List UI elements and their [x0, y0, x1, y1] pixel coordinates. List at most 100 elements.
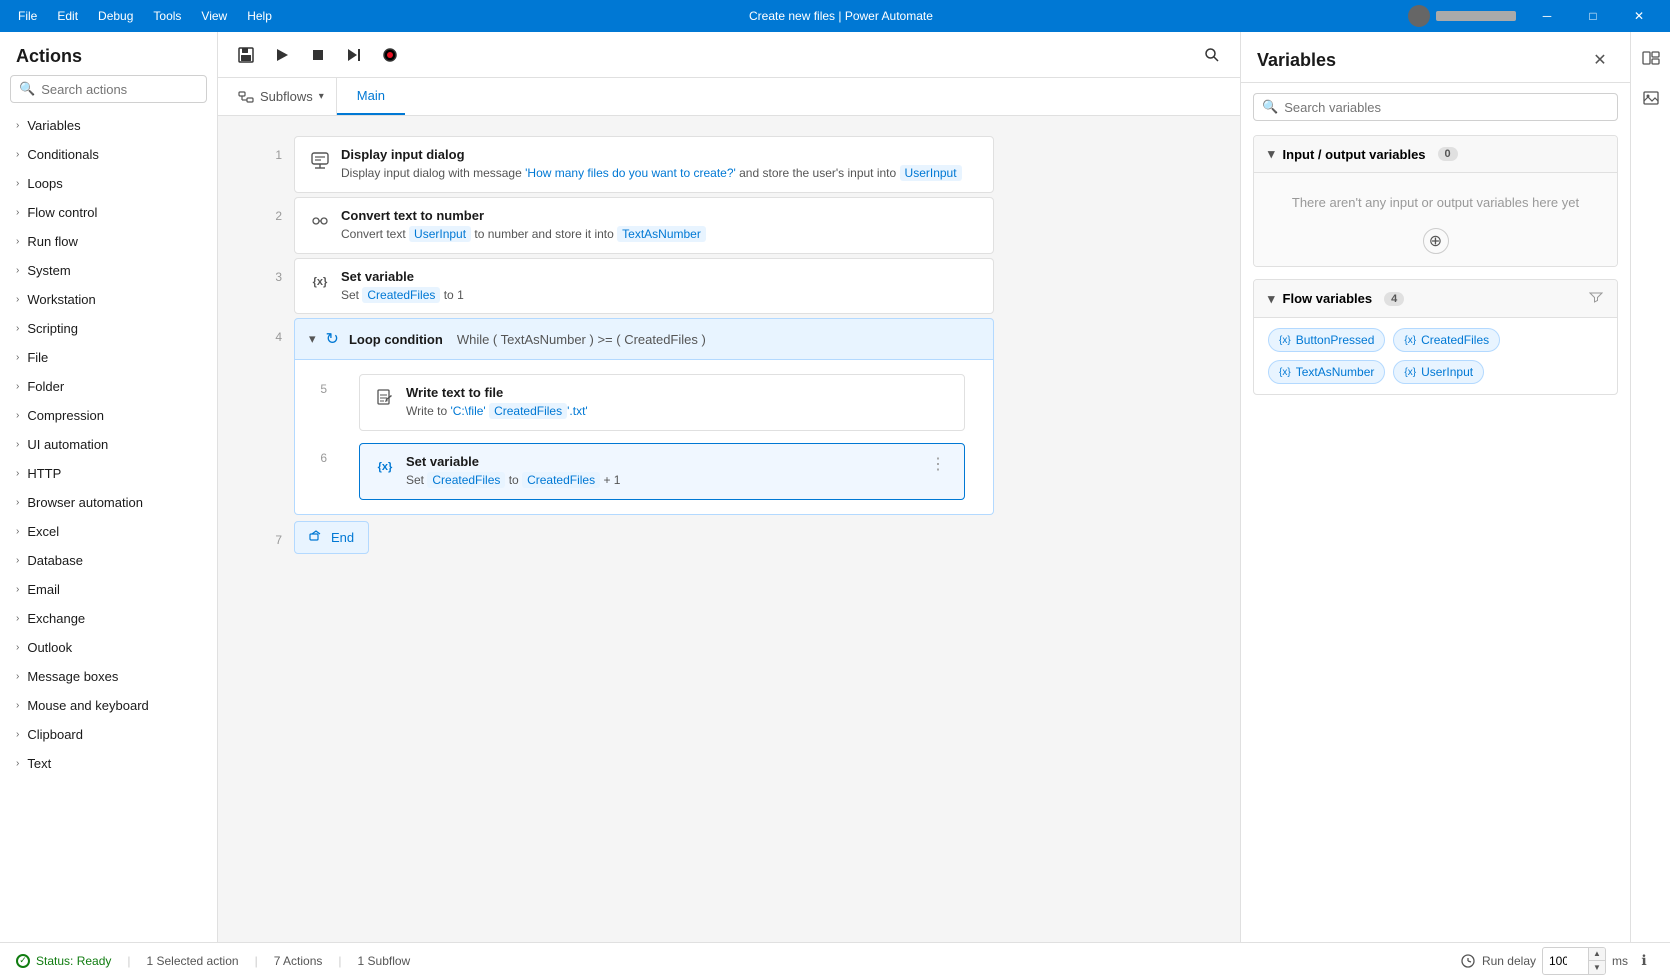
stop-button[interactable] [302, 39, 334, 71]
search-icon: 🔍 [1262, 99, 1278, 115]
step-5-content: Write text to file Write to 'C:\file' Cr… [406, 385, 950, 420]
info-icon[interactable]: ℹ [1634, 951, 1654, 971]
add-variable-button[interactable]: ⊕ [1268, 228, 1603, 254]
actions-title: Actions [0, 32, 217, 75]
step-3-plain: 1 [457, 288, 464, 302]
tabs-bar: Subflows ▾ Main [218, 78, 1240, 116]
step-number-3: 3 [258, 258, 294, 284]
variables-panel-icon[interactable] [1635, 42, 1667, 74]
sidebar-item-mouse-keyboard[interactable]: › Mouse and keyboard [0, 691, 217, 720]
sidebar-item-label: Exchange [27, 611, 85, 626]
variables-header: Variables ✕ [1241, 32, 1630, 83]
variables-search-box[interactable]: 🔍 [1253, 93, 1618, 121]
sidebar-item-http[interactable]: › HTTP [0, 459, 217, 488]
search-button[interactable] [1196, 39, 1228, 71]
sidebar-item-browser-automation[interactable]: › Browser automation [0, 488, 217, 517]
step-5-desc: Write to 'C:\file' CreatedFiles'.txt' [406, 403, 950, 420]
step-more-button[interactable]: ⋮ [926, 454, 950, 474]
record-button[interactable] [374, 39, 406, 71]
step-card-2[interactable]: Convert text to number Convert text User… [294, 197, 994, 254]
menu-help[interactable]: Help [237, 0, 282, 32]
actions-search-box[interactable]: 🔍 [10, 75, 207, 103]
chevron-icon: › [16, 613, 19, 624]
step-3-desc: Set CreatedFiles to 1 [341, 287, 979, 304]
step-card-1[interactable]: Display input dialog Display input dialo… [294, 136, 994, 193]
minimize-button[interactable]: ─ [1524, 0, 1570, 32]
sidebar-item-workstation[interactable]: › Workstation [0, 285, 217, 314]
filter-icon[interactable] [1589, 290, 1603, 307]
sidebar-item-outlook[interactable]: › Outlook [0, 633, 217, 662]
end-card[interactable]: End [294, 521, 369, 554]
sidebar-item-folder[interactable]: › Folder [0, 372, 217, 401]
main-editor-area: Subflows ▾ Main 1 Display input dialog [218, 32, 1240, 942]
sidebar-item-email[interactable]: › Email [0, 575, 217, 604]
subflows-button[interactable]: Subflows ▾ [226, 78, 337, 115]
menu-view[interactable]: View [191, 0, 237, 32]
io-section-label: Input / output variables [1283, 147, 1426, 162]
collapse-icon[interactable]: ▾ [309, 331, 316, 347]
display-dialog-icon [309, 149, 331, 171]
titlebar: File Edit Debug Tools View Help Create n… [0, 0, 1670, 32]
chevron-icon: › [16, 265, 19, 276]
sidebar-item-label: Loops [27, 176, 62, 191]
sidebar-item-loops[interactable]: › Loops [0, 169, 217, 198]
flow-section-header[interactable]: ▾ Flow variables 4 [1254, 280, 1617, 318]
sidebar-item-database[interactable]: › Database [0, 546, 217, 575]
search-actions-input[interactable] [41, 82, 198, 97]
var-pill-button-pressed[interactable]: {x} ButtonPressed [1268, 328, 1385, 352]
io-section-header[interactable]: ▾ Input / output variables 0 [1254, 136, 1617, 173]
sidebar-item-exchange[interactable]: › Exchange [0, 604, 217, 633]
menu-file[interactable]: File [8, 0, 47, 32]
var-pill-text-as-number[interactable]: {x} TextAsNumber [1268, 360, 1385, 384]
sidebar-item-scripting[interactable]: › Scripting [0, 314, 217, 343]
sidebar-item-clipboard[interactable]: › Clipboard [0, 720, 217, 749]
run-button[interactable] [266, 39, 298, 71]
sidebar-item-text[interactable]: › Text [0, 749, 217, 778]
maximize-button[interactable]: □ [1570, 0, 1616, 32]
var-icon: {x} [1404, 367, 1416, 378]
sidebar-item-label: Compression [27, 408, 104, 423]
loop-step-6[interactable]: {x} Set variable Set CreatedFiles to Cre… [359, 443, 965, 500]
sidebar-item-run-flow[interactable]: › Run flow [0, 227, 217, 256]
sidebar-item-compression[interactable]: › Compression [0, 401, 217, 430]
step-3-title: Set variable [341, 269, 979, 284]
loop-step-row-6: 6 {x} Set variable Set CreatedFiles to C… [303, 439, 985, 504]
chevron-icon: › [16, 381, 19, 392]
menu-debug[interactable]: Debug [88, 0, 143, 32]
loop-header[interactable]: ▾ ↻ Loop condition While ( TextAsNumber … [294, 318, 994, 360]
var-pill-user-input[interactable]: {x} UserInput [1393, 360, 1484, 384]
sidebar-item-label: Variables [27, 118, 80, 133]
sidebar-item-file[interactable]: › File [0, 343, 217, 372]
loop-title: Loop condition [349, 332, 443, 347]
loop-step-5[interactable]: Write text to file Write to 'C:\file' Cr… [359, 374, 965, 431]
sidebar-item-conditionals[interactable]: › Conditionals [0, 140, 217, 169]
sidebar-item-variables[interactable]: › Variables [0, 111, 217, 140]
sep-2: | [255, 954, 258, 968]
save-button[interactable] [230, 39, 262, 71]
next-step-button[interactable] [338, 39, 370, 71]
chevron-icon: › [16, 642, 19, 653]
sidebar-item-label: Scripting [27, 321, 78, 336]
sidebar-item-message-boxes[interactable]: › Message boxes [0, 662, 217, 691]
menu-edit[interactable]: Edit [47, 0, 88, 32]
spin-up-button[interactable]: ▲ [1589, 948, 1605, 961]
chevron-icon: › [16, 555, 19, 566]
run-delay-input[interactable]: ▲ ▼ [1542, 947, 1606, 975]
sidebar-item-system[interactable]: › System [0, 256, 217, 285]
variables-close-button[interactable]: ✕ [1586, 46, 1614, 74]
menu-tools[interactable]: Tools [143, 0, 191, 32]
images-icon[interactable] [1635, 82, 1667, 114]
sidebar-item-excel[interactable]: › Excel [0, 517, 217, 546]
run-delay-value[interactable] [1543, 951, 1588, 971]
var-pill-created-files[interactable]: {x} CreatedFiles [1393, 328, 1500, 352]
spin-down-button[interactable]: ▼ [1589, 961, 1605, 974]
close-button[interactable]: ✕ [1616, 0, 1662, 32]
tab-main[interactable]: Main [337, 78, 405, 115]
flow-section-count: 4 [1384, 292, 1404, 306]
step-card-3[interactable]: {x} Set variable Set CreatedFiles to 1 [294, 258, 994, 315]
step-1-title: Display input dialog [341, 147, 979, 162]
sidebar-item-flow-control[interactable]: › Flow control [0, 198, 217, 227]
sidebar-item-ui-automation[interactable]: › UI automation [0, 430, 217, 459]
search-variables-input[interactable] [1284, 100, 1609, 115]
actions-panel: Actions 🔍 › Variables › Conditionals › L… [0, 32, 218, 942]
